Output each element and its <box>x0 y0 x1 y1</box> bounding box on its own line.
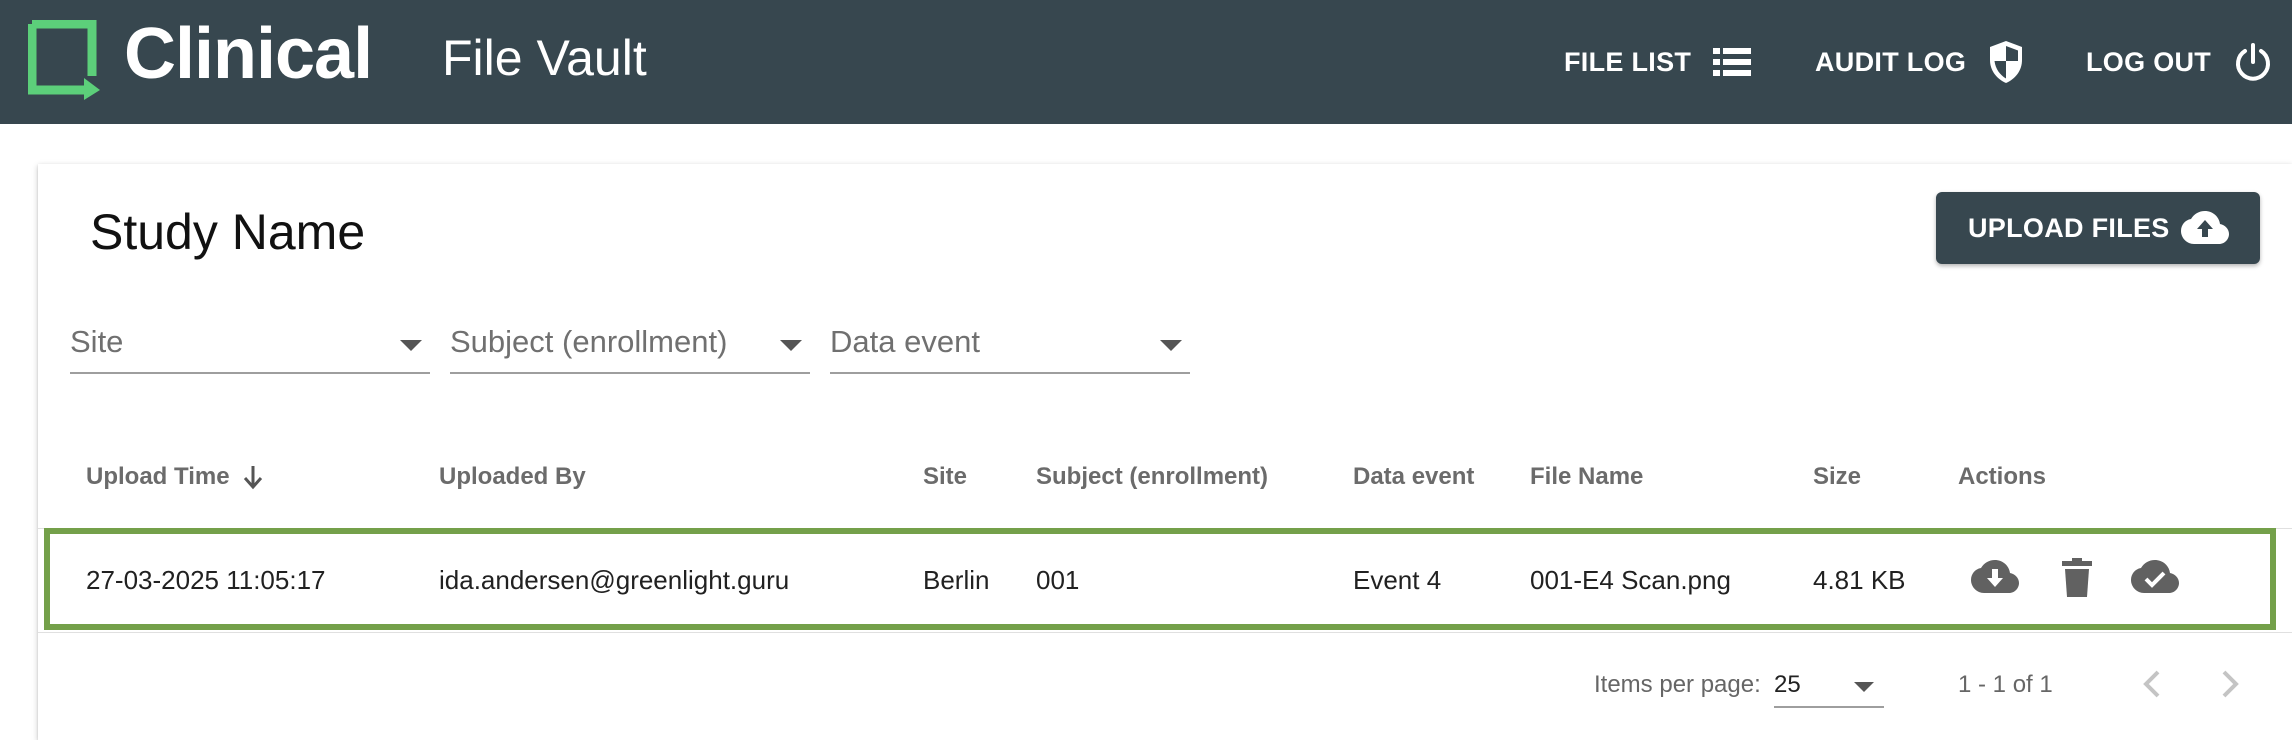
nav-audit-log-label: AUDIT LOG <box>1815 46 1967 77</box>
app-title: File Vault <box>442 30 647 86</box>
nav-file-list-label: FILE LIST <box>1564 46 1692 77</box>
subject-select-label: Subject (enrollment) <box>450 324 728 359</box>
table-row-divider <box>38 632 2292 633</box>
previous-page-button[interactable] <box>2138 664 2168 704</box>
subject-header-label: Subject (enrollment) <box>1036 463 1269 490</box>
nav-file-list[interactable]: FILE LIST <box>1564 36 1752 88</box>
column-header-file-name[interactable]: File Name <box>1530 462 1643 492</box>
column-header-data-event[interactable]: Data event <box>1353 462 1474 492</box>
next-page-button[interactable] <box>2214 664 2244 704</box>
chevron-down-icon <box>400 340 422 351</box>
subject-select[interactable]: Subject (enrollment) <box>450 310 810 374</box>
column-header-actions: Actions <box>1958 462 2046 492</box>
items-per-page-select[interactable]: 25 <box>1774 662 1884 708</box>
site-header-label: Site <box>923 463 968 490</box>
column-header-site[interactable]: Site <box>923 462 967 492</box>
file-name-header-label: File Name <box>1530 463 1644 490</box>
upload-files-button[interactable]: UPLOAD FILES <box>1936 192 2260 264</box>
data-event-select-label: Data event <box>830 324 980 359</box>
chevron-down-icon <box>780 340 802 351</box>
items-per-page-label: Items per page: <box>1594 671 1761 698</box>
nav-log-out-label: LOG OUT <box>2086 46 2212 77</box>
shield-icon <box>1988 40 2024 84</box>
upload-files-label: UPLOAD FILES <box>1968 212 2170 243</box>
logo-icon <box>28 20 100 100</box>
column-header-upload-time[interactable]: Upload Time <box>86 462 264 492</box>
actions-header-label: Actions <box>1958 463 2047 490</box>
brand-name: Clinical <box>124 14 373 94</box>
study-name-title: Study Name <box>90 204 366 260</box>
chevron-down-icon <box>1854 682 1874 692</box>
site-select[interactable]: Site <box>70 310 430 374</box>
arrow-down-icon <box>242 464 264 490</box>
column-header-subject[interactable]: Subject (enrollment) <box>1036 462 1268 492</box>
selected-row-highlight <box>44 528 2276 630</box>
cloud-upload-icon <box>2181 211 2229 244</box>
chevron-down-icon <box>1160 340 1182 351</box>
data-event-select[interactable]: Data event <box>830 310 1190 374</box>
page-range-label: 1 - 1 of 1 <box>1958 671 2053 698</box>
list-icon <box>1713 47 1752 77</box>
items-per-page-value: 25 <box>1774 671 1801 698</box>
size-header-label: Size <box>1813 463 1862 490</box>
site-select-label: Site <box>70 324 124 359</box>
upload-time-header-label: Upload Time <box>86 463 230 490</box>
file-list-card: Study Name UPLOAD FILES Site Subject (en… <box>38 164 2292 740</box>
uploaded-by-header-label: Uploaded By <box>439 463 586 490</box>
power-icon <box>2233 42 2273 82</box>
nav-log-out[interactable]: LOG OUT <box>2086 36 2273 88</box>
column-header-size[interactable]: Size <box>1813 462 1861 492</box>
top-app-bar: Clinical File Vault FILE LIST AUDIT LOG <box>0 0 2292 124</box>
data-event-header-label: Data event <box>1353 463 1475 490</box>
column-header-uploaded-by[interactable]: Uploaded By <box>439 462 586 492</box>
nav-audit-log[interactable]: AUDIT LOG <box>1815 36 2024 88</box>
